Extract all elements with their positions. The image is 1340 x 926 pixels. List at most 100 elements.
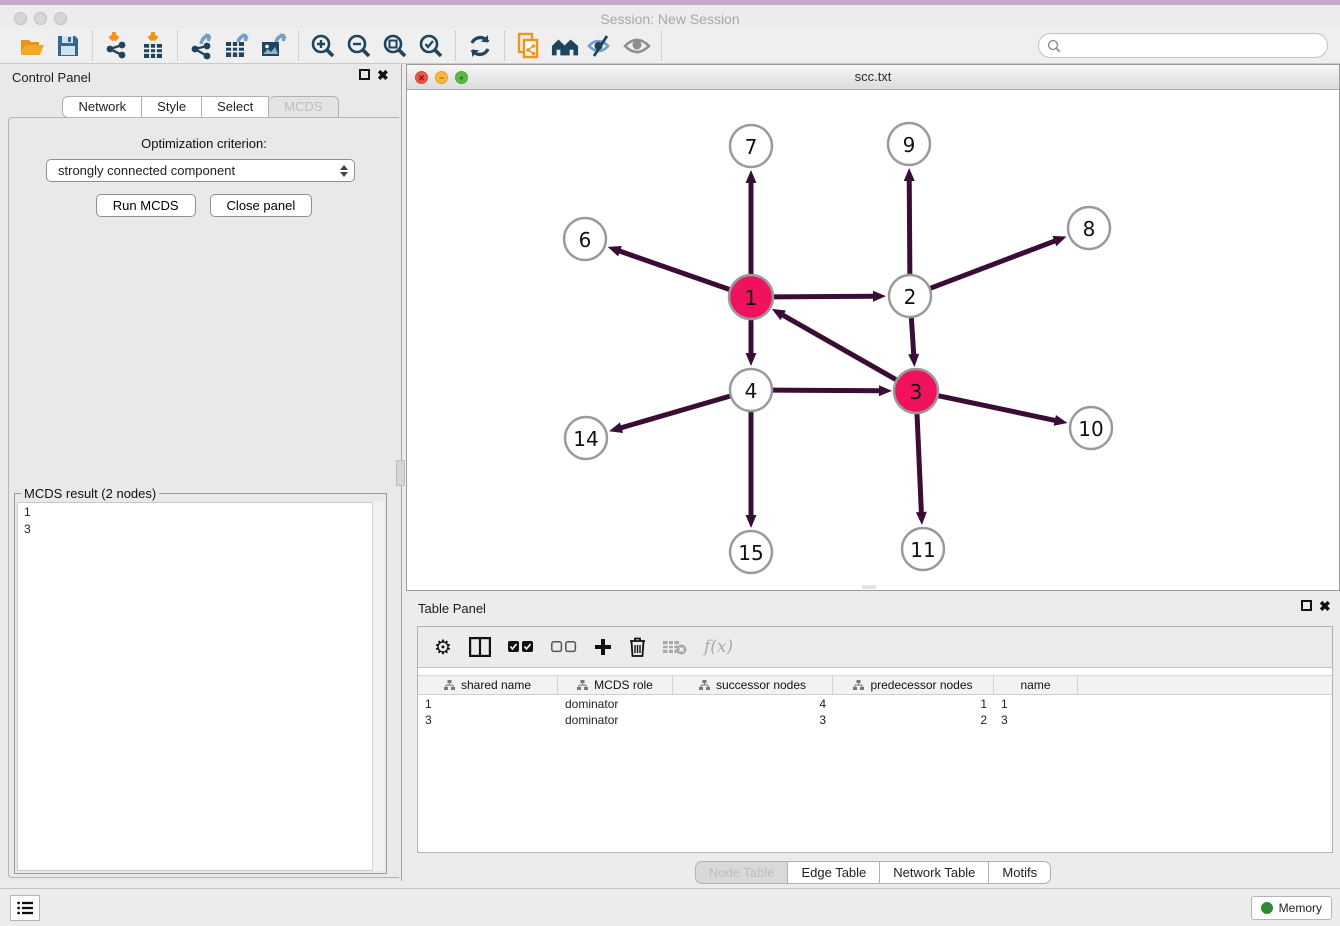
import-network-icon[interactable] <box>103 32 131 60</box>
first-neighbors-icon[interactable] <box>551 32 579 60</box>
column-header-shared-name[interactable]: shared name <box>418 676 558 694</box>
column-label: successor nodes <box>716 678 806 692</box>
edge-arrowhead <box>608 246 622 256</box>
column-type-icon <box>577 680 588 691</box>
column-header-successor-nodes[interactable]: successor nodes <box>673 676 833 694</box>
tab-select[interactable]: Select <box>202 96 269 118</box>
window-title: Session: New Session <box>0 11 1340 27</box>
tab-network-table[interactable]: Network Table <box>880 861 989 884</box>
column-label: predecessor nodes <box>870 678 972 692</box>
zoom-in-icon[interactable] <box>309 32 337 60</box>
result-scrollbar[interactable] <box>372 502 384 871</box>
network-graph[interactable]: 1234678910111415 <box>407 90 1339 590</box>
cell-name[interactable]: 3 <box>994 712 1078 728</box>
edge-2-9[interactable] <box>909 179 910 274</box>
zoom-out-icon[interactable] <box>345 32 373 60</box>
table-tabs: Node Table Edge Table Network Table Moti… <box>406 861 1340 884</box>
column-header-predecessor-nodes[interactable]: predecessor nodes <box>833 676 994 694</box>
graph-node-label: 2 <box>904 285 917 309</box>
edge-1-6[interactable] <box>618 251 730 290</box>
edge-2-3[interactable] <box>911 318 913 356</box>
column-header-mcds-role[interactable]: MCDS role <box>558 676 673 694</box>
column-header-name[interactable]: name <box>994 676 1078 694</box>
table-row[interactable]: 1 dominator 4 1 1 <box>418 696 1332 712</box>
cell-name[interactable]: 1 <box>994 696 1078 712</box>
memory-button[interactable]: Memory <box>1251 896 1332 920</box>
column-type-icon <box>699 680 710 691</box>
apply-layout-icon[interactable] <box>466 32 494 60</box>
edge-3-10[interactable] <box>938 396 1057 421</box>
edge-3-1[interactable] <box>781 314 896 380</box>
main-toolbar <box>0 28 1340 64</box>
delete-table-icon[interactable] <box>663 639 687 655</box>
cell-shared-name[interactable]: 3 <box>418 712 558 728</box>
search-box <box>1038 33 1328 58</box>
delete-column-trash-icon[interactable] <box>629 637 646 657</box>
tab-mcds[interactable]: MCDS <box>269 96 338 118</box>
edge-3-11[interactable] <box>917 413 921 514</box>
network-window-titlebar[interactable]: ✕ − + scc.txt <box>407 65 1339 90</box>
edge-4-14[interactable] <box>620 396 730 428</box>
table-header-row: shared name MCDS role successor nodes pr… <box>418 675 1332 695</box>
close-panel-icon[interactable]: ✖ <box>377 67 389 84</box>
close-table-panel-icon[interactable]: ✖ <box>1319 598 1331 615</box>
mcds-panel: Optimization criterion: strongly connect… <box>8 117 399 878</box>
tab-network[interactable]: Network <box>62 96 142 118</box>
table-settings-gear-icon[interactable]: ⚙ <box>434 635 452 660</box>
show-all-icon[interactable] <box>623 32 651 60</box>
tab-motifs[interactable]: Motifs <box>989 861 1051 884</box>
zoom-fit-icon[interactable] <box>381 32 409 60</box>
unselect-all-columns-icon[interactable] <box>551 641 577 653</box>
clone-network-icon[interactable] <box>515 32 543 60</box>
graph-node-label: 6 <box>579 228 592 252</box>
zoom-selected-icon[interactable] <box>417 32 445 60</box>
export-image-icon[interactable] <box>260 32 288 60</box>
cell-mcds-role[interactable]: dominator <box>558 712 673 728</box>
edge-2-8[interactable] <box>931 240 1057 288</box>
export-network-icon[interactable] <box>188 32 216 60</box>
export-table-icon[interactable] <box>224 32 252 60</box>
run-mcds-button[interactable]: Run MCDS <box>96 194 196 217</box>
save-session-icon[interactable] <box>54 32 82 60</box>
panel-splitter-handle[interactable] <box>396 460 405 486</box>
task-history-button[interactable] <box>10 895 40 921</box>
float-panel-icon[interactable] <box>359 69 370 80</box>
import-table-icon[interactable] <box>139 32 167 60</box>
split-panel-icon[interactable] <box>469 637 491 657</box>
cell-shared-name[interactable]: 1 <box>418 696 558 712</box>
cell-successor-nodes[interactable]: 3 <box>673 712 833 728</box>
function-builder-icon[interactable]: f(x) <box>704 637 733 657</box>
close-panel-button[interactable]: Close panel <box>210 194 313 217</box>
tab-node-table[interactable]: Node Table <box>695 861 789 884</box>
criterion-select[interactable]: strongly connected component <box>46 159 355 182</box>
network-resize-grip[interactable] <box>862 585 876 589</box>
graph-node-label: 14 <box>573 427 598 451</box>
network-canvas[interactable]: 1234678910111415 <box>407 90 1339 590</box>
cell-predecessor-nodes[interactable]: 2 <box>833 712 994 728</box>
search-input[interactable] <box>1061 39 1319 53</box>
graph-node-label: 15 <box>738 541 763 565</box>
tab-edge-table[interactable]: Edge Table <box>788 861 880 884</box>
create-column-plus-icon[interactable] <box>594 638 612 656</box>
table-panel-title: Table Panel <box>418 601 486 616</box>
search-icon <box>1047 39 1061 53</box>
graph-node-label: 8 <box>1083 217 1096 241</box>
cell-predecessor-nodes[interactable]: 1 <box>833 696 994 712</box>
control-panel-title: Control Panel <box>12 70 91 85</box>
cell-successor-nodes[interactable]: 4 <box>673 696 833 712</box>
hide-selected-icon[interactable] <box>587 32 615 60</box>
edge-arrowhead <box>916 512 927 525</box>
edge-4-3[interactable] <box>773 390 881 391</box>
criterion-value: strongly connected component <box>58 163 340 178</box>
edge-arrowhead <box>746 515 757 528</box>
edge-1-2[interactable] <box>773 296 875 297</box>
mcds-result-text[interactable]: 1 3 <box>17 502 384 871</box>
tab-style[interactable]: Style <box>142 96 202 118</box>
table-panel: Table Panel ✖ ⚙ f(x) <box>406 595 1340 888</box>
select-all-columns-icon[interactable] <box>508 641 534 653</box>
float-table-panel-icon[interactable] <box>1301 600 1312 611</box>
edge-arrowhead <box>879 385 892 396</box>
table-row[interactable]: 3 dominator 3 2 3 <box>418 712 1332 728</box>
open-session-icon[interactable] <box>18 32 46 60</box>
cell-mcds-role[interactable]: dominator <box>558 696 673 712</box>
